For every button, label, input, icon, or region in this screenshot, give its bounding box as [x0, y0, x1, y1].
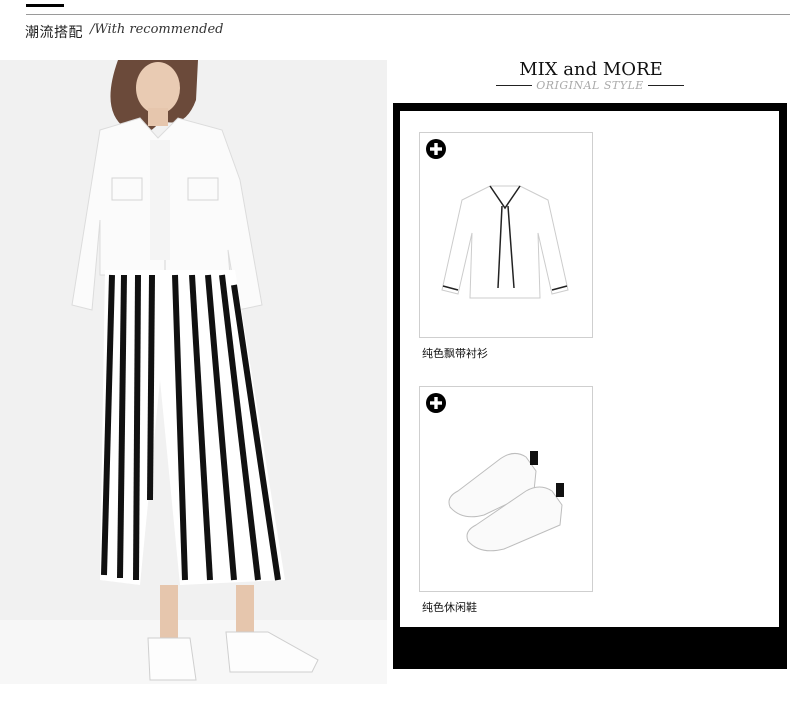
product-label[interactable]: 纯色休闲鞋: [422, 599, 477, 615]
product-label[interactable]: 纯色飘带衬衫: [422, 345, 488, 361]
products-panel: 纯色飘带衬衫 纯色休闲鞋: [400, 111, 779, 627]
section-subtitle: /With recommended: [90, 22, 224, 37]
header-divider: [26, 14, 790, 15]
sneakers-image: [448, 451, 564, 552]
model-outfit-photo: [0, 60, 387, 684]
header-accent-bar: [26, 4, 64, 7]
section-title: 潮流搭配: [25, 25, 83, 41]
product-card[interactable]: [419, 132, 593, 338]
plus-circle-icon[interactable]: [426, 139, 446, 159]
mix-subtitle-row: ORIGINAL STYLE: [496, 79, 684, 93]
mix-title: MIX and MORE: [519, 59, 663, 80]
plus-circle-icon[interactable]: [426, 393, 446, 413]
mix-subtitle-line-right: [648, 85, 684, 86]
product-card[interactable]: [419, 386, 593, 592]
shirt-image: [441, 185, 569, 299]
